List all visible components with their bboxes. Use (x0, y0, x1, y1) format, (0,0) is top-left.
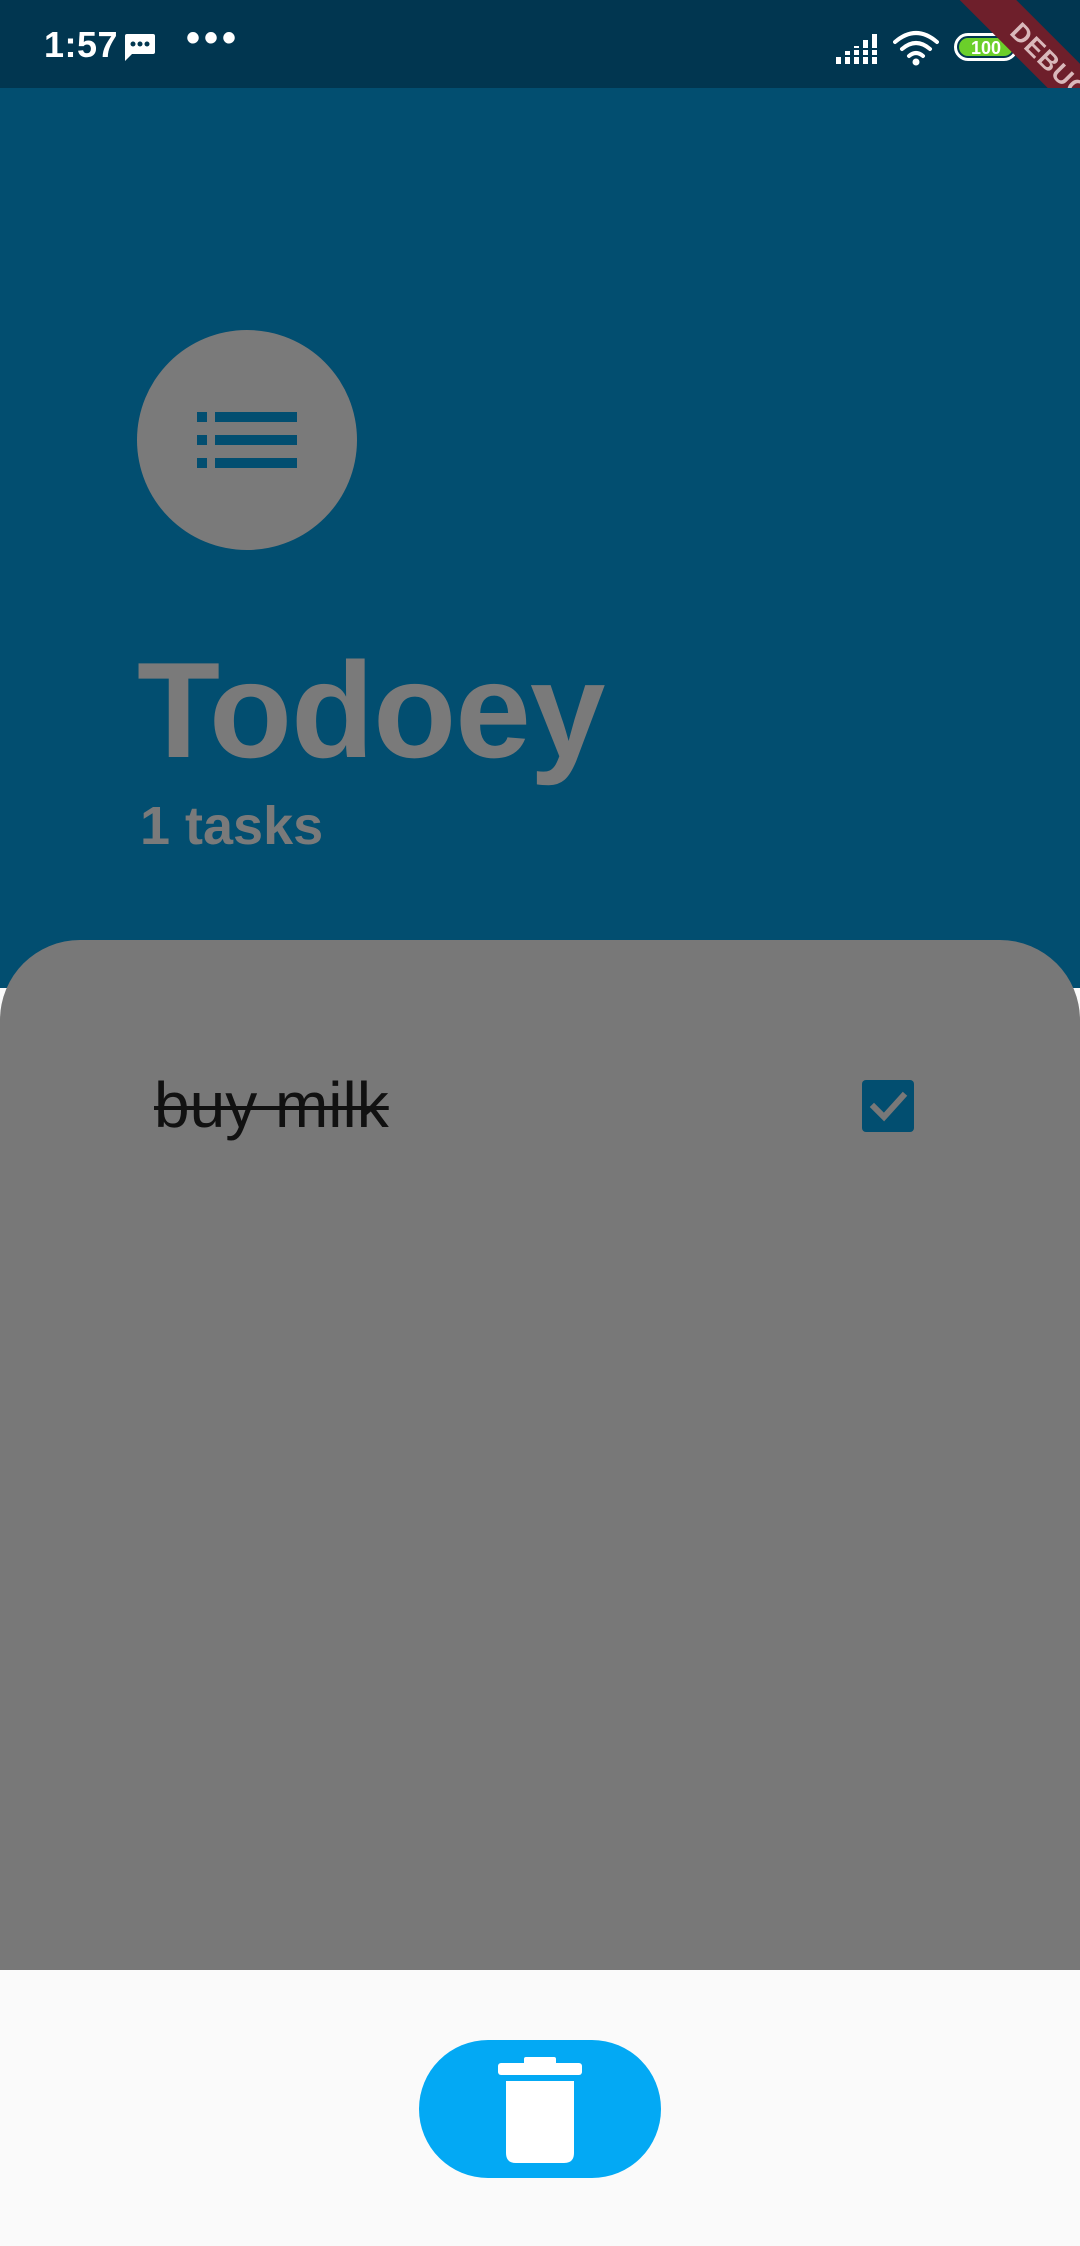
battery-tip (1018, 41, 1023, 53)
status-time: 1:57 (44, 24, 119, 65)
task-title: buy milk (154, 1069, 389, 1141)
task-row[interactable]: buy milk (0, 1040, 1080, 1160)
task-checkbox[interactable] (862, 1080, 914, 1132)
wifi-icon (893, 31, 939, 66)
app-header: Todoey 1 tasks (0, 88, 1080, 988)
check-icon (869, 1091, 908, 1122)
battery-level: 100 (959, 38, 1013, 58)
list-icon (197, 412, 297, 468)
task-count: 1 tasks (140, 796, 324, 856)
battery-icon: 100 (954, 33, 1018, 61)
more-notifications-icon: ••• (186, 16, 241, 60)
task-list: buy milk (0, 940, 1080, 1970)
signal-icon (836, 34, 880, 64)
message-icon (125, 34, 155, 61)
app-title: Todoey (137, 634, 605, 786)
status-bar: 1:57 ••• 100 (0, 0, 1080, 88)
bottom-bar (0, 1970, 1080, 2246)
trash-icon (498, 2057, 582, 2163)
app-avatar (137, 330, 357, 550)
delete-button[interactable] (419, 2040, 661, 2178)
